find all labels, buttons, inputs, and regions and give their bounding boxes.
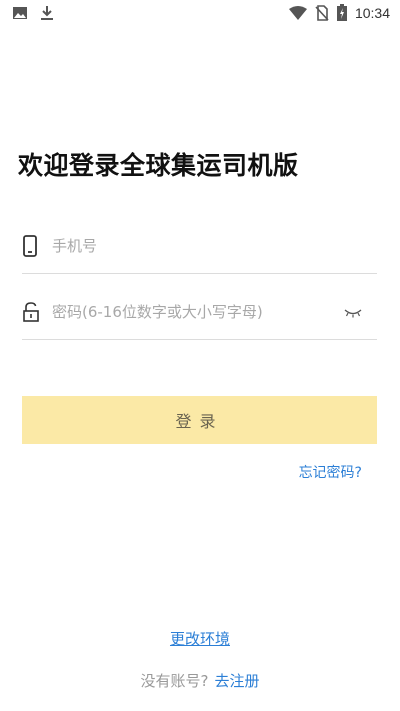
lock-icon: [22, 300, 40, 328]
login-button[interactable]: 登录: [22, 396, 377, 444]
password-field: [22, 292, 377, 340]
phone-field: [22, 226, 377, 274]
change-environment-link[interactable]: 更改环境: [170, 630, 230, 648]
download-icon: [40, 5, 54, 21]
page-title: 欢迎登录全球集运司机版: [18, 151, 299, 180]
no-account-text: 没有账号?: [140, 672, 209, 690]
eye-closed-icon[interactable]: [343, 304, 363, 323]
phone-input[interactable]: [52, 232, 352, 260]
no-sim-icon: [315, 4, 329, 21]
wifi-icon: [288, 5, 307, 20]
battery-charging-icon: [336, 4, 347, 21]
register-link[interactable]: 去注册: [214, 672, 259, 690]
status-bar: 10:34: [0, 0, 400, 28]
register-row: 没有账号? 去注册: [0, 670, 400, 691]
status-time: 10:34: [354, 4, 390, 21]
change-environment-row: 更改环境: [0, 628, 400, 649]
phone-icon: [22, 234, 38, 262]
image-icon: [12, 5, 28, 21]
password-input[interactable]: [52, 298, 352, 326]
forgot-password-link[interactable]: 忘记密码?: [299, 462, 362, 482]
